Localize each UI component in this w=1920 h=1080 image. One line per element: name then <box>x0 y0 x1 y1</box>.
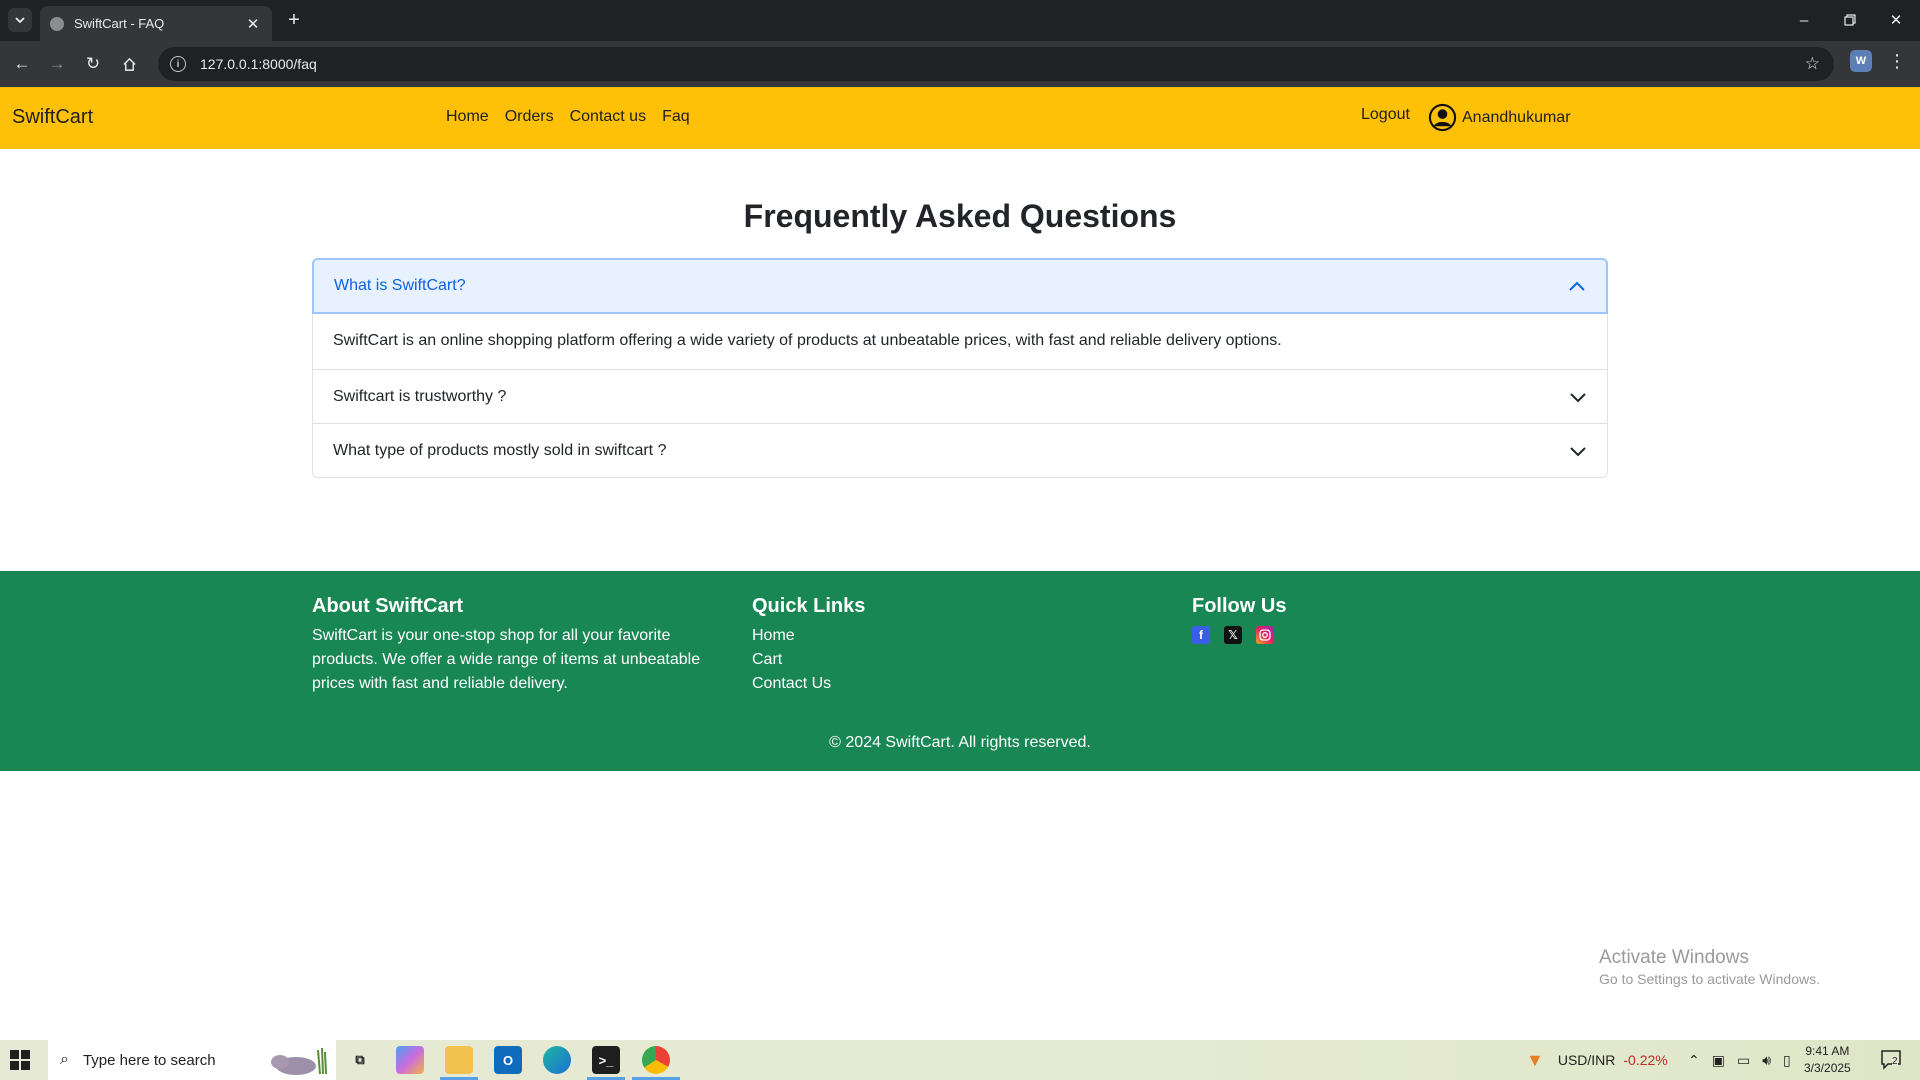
brand-logo[interactable]: SwiftCart <box>12 106 93 129</box>
stock-change: -0.22% <box>1623 1052 1668 1068</box>
address-bar[interactable]: i 127.0.0.1:8000/faq ☆ <box>158 47 1834 81</box>
faq-question-1[interactable]: What is SwiftCart? <box>312 258 1608 314</box>
clock-time: 9:41 AM <box>1805 1044 1850 1058</box>
url-text: 127.0.0.1:8000/faq <box>200 56 317 72</box>
faq-question-text: Swiftcart is trustworthy ? <box>333 387 507 405</box>
footer-follow-title: Follow Us <box>1192 595 1287 617</box>
notification-count: 2 <box>1892 1056 1898 1067</box>
nav-link-home[interactable]: Home <box>446 108 489 126</box>
username: Anandhukumar <box>1462 108 1571 126</box>
tab-search-button[interactable] <box>8 8 32 32</box>
footer-quick-links: Quick Links Home Cart Contact Us <box>752 595 865 696</box>
logout-link[interactable]: Logout <box>1361 106 1410 124</box>
search-icon: ⌕ <box>60 1051 69 1068</box>
stock-icon: ▼ <box>1526 1049 1544 1070</box>
windows-taskbar: ⌕ Type here to search ⧉ O >_ ▼ USD/INR -… <box>0 1040 1920 1080</box>
watermark-subtitle: Go to Settings to activate Windows. <box>1599 971 1820 987</box>
windows-start-icon[interactable] <box>10 1050 30 1070</box>
footer-link-home[interactable]: Home <box>752 624 865 648</box>
activate-windows-watermark: Activate Windows Go to Settings to activ… <box>1599 947 1820 987</box>
hippo-illustration-icon <box>271 1047 327 1075</box>
terminal-icon[interactable]: >_ <box>592 1046 620 1074</box>
back-icon[interactable]: ← <box>10 52 34 76</box>
extension-icon[interactable]: W <box>1850 50 1872 72</box>
faq-answer-1: SwiftCart is an online shopping platform… <box>333 332 1282 349</box>
stock-ticker: USD/INR <box>1557 1052 1616 1068</box>
browser-toolbar: ← → ↻ i 127.0.0.1:8000/faq ☆ <box>0 41 1920 87</box>
chevron-up-icon[interactable]: ⌃ <box>1688 1052 1700 1069</box>
new-tab-button[interactable]: + <box>283 9 305 31</box>
chrome-icon[interactable] <box>642 1046 670 1074</box>
edge-icon[interactable] <box>543 1046 571 1074</box>
faq-question-2[interactable]: Swiftcart is trustworthy ? <box>313 369 1607 423</box>
nav-links: Home Orders Contact us Faq <box>446 108 690 126</box>
footer-about-title: About SwiftCart <box>312 595 464 617</box>
footer-links-title: Quick Links <box>752 595 866 617</box>
close-window-icon[interactable]: ✕ <box>1884 8 1908 32</box>
site-info-icon[interactable]: i <box>170 56 186 72</box>
faq-accordion: What is SwiftCart? SwiftCart is an onlin… <box>312 258 1608 479</box>
nav-link-contact[interactable]: Contact us <box>570 108 646 126</box>
minimize-icon[interactable]: – <box>1792 8 1816 32</box>
home-icon[interactable] <box>117 52 141 76</box>
file-explorer-icon[interactable] <box>445 1046 473 1074</box>
instagram-icon[interactable] <box>1256 626 1274 644</box>
browser-menu-icon[interactable]: ⋮ <box>1888 51 1906 72</box>
outlook-icon[interactable]: O <box>494 1046 522 1074</box>
tab-title: SwiftCart - FAQ <box>74 16 165 31</box>
faq-question-text: What type of products mostly sold in swi… <box>333 441 667 459</box>
facebook-icon[interactable]: f <box>1192 626 1210 644</box>
watermark-title: Activate Windows <box>1599 947 1749 968</box>
forward-icon[interactable]: → <box>45 52 69 76</box>
volume-icon[interactable]: 🔊︎ <box>1762 1052 1771 1069</box>
reload-icon[interactable]: ↻ <box>81 52 105 76</box>
system-clock[interactable]: 9:41 AM 3/3/2025 <box>1804 1043 1851 1077</box>
browser-tabstrip: SwiftCart - FAQ ✕ + – ✕ <box>0 0 1920 41</box>
browser-tab-active[interactable]: SwiftCart - FAQ ✕ <box>40 6 272 41</box>
site-footer: About SwiftCart SwiftCart is your one-st… <box>0 571 1920 771</box>
copilot-icon[interactable] <box>396 1046 424 1074</box>
chevron-up-icon <box>1568 277 1586 295</box>
close-tab-icon[interactable]: ✕ <box>244 15 262 33</box>
globe-icon <box>50 16 64 31</box>
system-tray: ⌃ ▣ ▭ 🔊︎ ▯ <box>1688 1040 1791 1080</box>
footer-copyright: © 2024 SwiftCart. All rights reserved. <box>829 734 1091 751</box>
nav-link-orders[interactable]: Orders <box>505 108 554 126</box>
footer-follow: Follow Us f 𝕏 <box>1192 595 1286 644</box>
faq-question-3[interactable]: What type of products mostly sold in swi… <box>313 423 1607 477</box>
restore-icon[interactable] <box>1838 8 1862 32</box>
stock-widget[interactable]: ▼ USD/INR -0.22% <box>1526 1040 1668 1080</box>
notification-center-icon[interactable]: 2 <box>1880 1048 1904 1072</box>
footer-about: About SwiftCart SwiftCart is your one-st… <box>312 595 712 696</box>
chevron-down-icon <box>1569 442 1587 460</box>
bookmark-star-icon[interactable]: ☆ <box>1805 54 1820 74</box>
footer-link-cart[interactable]: Cart <box>752 648 865 672</box>
chevron-down-icon <box>1569 388 1587 406</box>
user-profile[interactable]: Anandhukumar <box>1428 103 1571 132</box>
x-icon[interactable]: 𝕏 <box>1224 626 1242 644</box>
faq-question-text: What is SwiftCart? <box>334 277 466 294</box>
meet-now-icon[interactable]: ▣ <box>1712 1052 1725 1069</box>
task-view-icon[interactable]: ⧉ <box>346 1046 374 1074</box>
taskbar-search-placeholder: Type here to search <box>82 1051 216 1069</box>
clock-date: 3/3/2025 <box>1804 1061 1851 1075</box>
chevron-down-icon <box>15 17 25 24</box>
network-icon[interactable]: ▭ <box>1737 1052 1750 1069</box>
site-navbar: SwiftCart Home Orders Contact us Faq Log… <box>0 87 1920 149</box>
nav-link-faq[interactable]: Faq <box>662 108 690 126</box>
user-avatar-icon <box>1428 103 1457 132</box>
display-icon[interactable]: ▯ <box>1783 1052 1791 1069</box>
footer-about-text: SwiftCart is your one-stop shop for all … <box>312 627 701 692</box>
footer-link-contact[interactable]: Contact Us <box>752 672 865 696</box>
page-title: Frequently Asked Questions <box>743 198 1177 234</box>
taskbar-search[interactable]: ⌕ Type here to search <box>48 1040 336 1080</box>
